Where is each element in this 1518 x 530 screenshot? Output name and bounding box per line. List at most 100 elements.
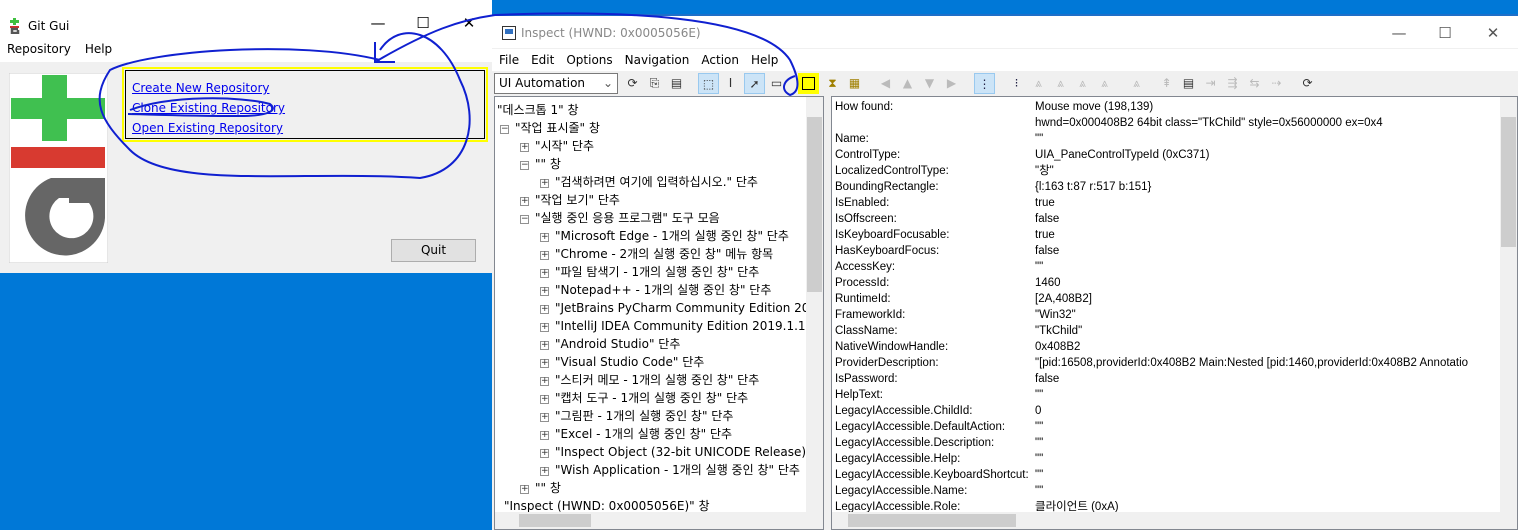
- minimize-button[interactable]: —: [1384, 24, 1414, 42]
- navigate-up-icon[interactable]: ▲: [897, 73, 918, 94]
- expand-icon[interactable]: +: [540, 431, 549, 440]
- quit-button[interactable]: Quit: [391, 239, 476, 262]
- tree-item[interactable]: + "파일 탐색기 - 1개의 실행 중인 창" 단추: [540, 263, 759, 281]
- expand-icon[interactable]: +: [540, 377, 549, 386]
- properties-vertical-scrollbar[interactable]: [1500, 97, 1517, 512]
- parent-icon[interactable]: ⁝: [1006, 73, 1027, 94]
- mode-select[interactable]: UI Automation ⌄: [494, 73, 618, 94]
- expand-icon[interactable]: ▤: [1178, 73, 1199, 94]
- collapse-icon[interactable]: −: [500, 125, 509, 134]
- open-existing-repository-link[interactable]: Open Existing Repository: [132, 121, 283, 135]
- navigate-right-icon[interactable]: ▶: [941, 73, 962, 94]
- tree-item[interactable]: + "IntelliJ IDEA Community Edition 2019.1…: [540, 317, 823, 335]
- first-child-icon[interactable]: ⩓: [1028, 73, 1049, 94]
- expand-icon[interactable]: +: [540, 233, 549, 242]
- tree-item[interactable]: − "작업 표시줄" 창: [500, 119, 600, 137]
- properties-horizontal-scrollbar[interactable]: [832, 512, 1517, 529]
- tree-item[interactable]: + "Microsoft Edge - 1개의 실행 중인 창" 단추: [540, 227, 789, 245]
- tree-item[interactable]: + "Android Studio" 단추: [540, 335, 680, 353]
- tree-item[interactable]: + "캡처 도구 - 1개의 실행 중인 창" 단추: [540, 389, 748, 407]
- menu-action[interactable]: Action: [701, 53, 739, 67]
- properties-icon[interactable]: ▤: [666, 73, 687, 94]
- expand-icon[interactable]: +: [540, 413, 549, 422]
- add-to-selection-icon[interactable]: ⇶: [1222, 73, 1243, 94]
- expand-icon[interactable]: +: [540, 449, 549, 458]
- tree-item[interactable]: + "Chrome - 2개의 실행 중인 창" 메뉴 항목: [540, 245, 773, 263]
- close-button[interactable]: ✕: [454, 14, 484, 32]
- select-icon[interactable]: ⇥: [1200, 73, 1221, 94]
- tree-item[interactable]: − "실행 중인 응용 프로그램" 도구 모음: [520, 209, 720, 227]
- tree-item[interactable]: + "Notepad++ - 1개의 실행 중인 창" 단추: [540, 281, 771, 299]
- watch-cursor-icon[interactable]: ➚: [744, 73, 765, 94]
- watch-tooltip-icon[interactable]: ▭: [766, 73, 787, 94]
- tree-vertical-scrollbar[interactable]: [806, 97, 823, 512]
- hourglass-icon[interactable]: ⧗: [822, 73, 843, 94]
- menu-repository[interactable]: Repository: [7, 42, 71, 56]
- refresh-icon[interactable]: ⟳: [622, 73, 643, 94]
- expand-icon[interactable]: +: [540, 305, 549, 314]
- tree-item[interactable]: + "JetBrains PyCharm Community Edition 20…: [540, 299, 823, 317]
- watch-caret-icon[interactable]: I: [720, 73, 741, 94]
- last-child-icon[interactable]: ⩓: [1094, 73, 1115, 94]
- expand-icon[interactable]: +: [540, 179, 549, 188]
- expand-icon[interactable]: +: [520, 485, 529, 494]
- expand-icon[interactable]: +: [540, 287, 549, 296]
- property-name: LegacyIAccessible.Help:: [835, 453, 961, 465]
- expand-icon[interactable]: +: [520, 143, 529, 152]
- refresh-tree-icon[interactable]: ⟳: [1297, 73, 1318, 94]
- tree-horizontal-scrollbar[interactable]: [495, 512, 823, 529]
- create-new-repository-link[interactable]: Create New Repository: [132, 81, 269, 95]
- tree-item[interactable]: + "" 창: [520, 479, 561, 497]
- expand-icon[interactable]: +: [540, 323, 549, 332]
- expand-icon[interactable]: +: [520, 197, 529, 206]
- menu-help[interactable]: Help: [751, 53, 778, 67]
- minimize-button[interactable]: —: [363, 14, 393, 32]
- menu-edit[interactable]: Edit: [531, 53, 554, 67]
- navigate-left-icon[interactable]: ◀: [875, 73, 896, 94]
- next-sibling-icon[interactable]: ⩓: [1050, 73, 1071, 94]
- tree-item[interactable]: "데스크톱 1" 창: [497, 101, 579, 119]
- scroll-into-view-icon[interactable]: ⇢: [1266, 73, 1287, 94]
- property-value: "Win32": [1035, 309, 1076, 321]
- expand-icon[interactable]: +: [540, 269, 549, 278]
- tree-item[interactable]: + "Wish Application - 1개의 실행 중인 창" 단추: [540, 461, 800, 479]
- tree-item[interactable]: + "Inspect Object (32-bit UNICODE Release…: [540, 443, 823, 461]
- tree-item[interactable]: + "시작" 단추: [520, 137, 594, 155]
- tree-item[interactable]: + "작업 보기" 단추: [520, 191, 620, 209]
- expand-icon[interactable]: +: [540, 467, 549, 476]
- tree-item[interactable]: + "스티커 메모 - 1개의 실행 중인 창" 단추: [540, 371, 759, 389]
- maximize-button[interactable]: ☐: [1430, 24, 1460, 42]
- watch-focus-icon[interactable]: ⬚: [698, 73, 719, 94]
- property-row: LegacyIAccessible.Description: "": [835, 435, 1515, 451]
- show-caret-icon[interactable]: ▦: [844, 73, 865, 94]
- copy-icon[interactable]: ⎘: [644, 73, 665, 94]
- property-row: AccessKey: "": [835, 259, 1515, 275]
- show-highlight-rectangle-icon[interactable]: [798, 73, 819, 94]
- expand-icon[interactable]: +: [540, 359, 549, 368]
- element-tree[interactable]: "데스크톱 1" 창 − "작업 표시줄" 창 + "시작" 단추 − "" 창 + "검색하려…: [494, 96, 824, 530]
- expand-icon[interactable]: +: [540, 341, 549, 350]
- clone-existing-repository-link[interactable]: Clone Existing Repository: [132, 101, 285, 115]
- menu-help[interactable]: Help: [85, 42, 112, 56]
- expand-icon[interactable]: +: [540, 395, 549, 404]
- tree-item[interactable]: + "Excel - 1개의 실행 중인 창" 단추: [540, 425, 732, 443]
- tree-item[interactable]: + "검색하려면 여기에 입력하십시오." 단추: [540, 173, 758, 191]
- remove-from-selection-icon[interactable]: ⇆: [1244, 73, 1265, 94]
- navigate-down-icon[interactable]: ▼: [919, 73, 940, 94]
- tree-item[interactable]: + "그림판 - 1개의 실행 중인 창" 단추: [540, 407, 733, 425]
- menu-navigation[interactable]: Navigation: [625, 53, 690, 67]
- default-action-icon[interactable]: ⩓: [1126, 73, 1147, 94]
- collapse-icon[interactable]: −: [520, 215, 529, 224]
- expand-icon[interactable]: +: [540, 251, 549, 260]
- tree-item[interactable]: − "" 창: [520, 155, 561, 173]
- property-row: LegacyIAccessible.ChildId: 0: [835, 403, 1515, 419]
- menu-options[interactable]: Options: [566, 53, 612, 67]
- tree-item[interactable]: + "Visual Studio Code" 단추: [540, 353, 704, 371]
- menu-file[interactable]: File: [499, 53, 519, 67]
- previous-sibling-icon[interactable]: ⩓: [1072, 73, 1093, 94]
- collapse-icon[interactable]: −: [520, 161, 529, 170]
- maximize-button[interactable]: ☐: [408, 14, 438, 32]
- tree-view-icon[interactable]: ⋮: [974, 73, 995, 94]
- do-action-icon[interactable]: ⇞: [1156, 73, 1177, 94]
- close-button[interactable]: ✕: [1478, 24, 1508, 42]
